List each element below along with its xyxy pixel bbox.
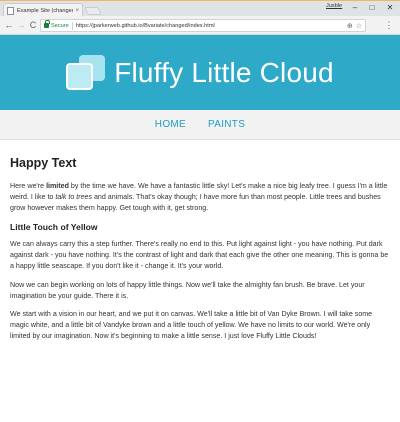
profile-name[interactable]: Jusble	[326, 3, 342, 9]
paragraph: We can always carry this a step further.…	[10, 240, 389, 270]
url-text[interactable]: https://jparkerweb.github.io/Bvariate/ch…	[76, 23, 344, 29]
lock-icon	[44, 20, 50, 28]
back-arrow-icon[interactable]: ←	[4, 19, 14, 31]
cloud-logo-icon	[66, 54, 106, 91]
close-tab-icon[interactable]: ×	[75, 8, 79, 14]
paragraph: Now we can begin working on lots of happ…	[10, 280, 365, 300]
main-content: Happy Text Here we're limited by the tim…	[10, 156, 391, 350]
nav-link-paints[interactable]: PAINTS	[208, 119, 245, 130]
bold-limited: limited	[46, 182, 69, 190]
paragraph: We start with a vision in our heart, and…	[10, 310, 373, 340]
tab-title: Example Site (changed)	[17, 8, 74, 14]
site-header: Fluffy Little Cloud	[0, 35, 400, 110]
browser-menu-icon[interactable]: ⋮	[383, 19, 395, 31]
address-bar[interactable]: Secure https://jparkerweb.github.io/Bvar…	[40, 19, 366, 32]
section-heading: Little Touch of Yellow	[10, 222, 98, 233]
close-window-button[interactable]: ✕	[383, 2, 397, 14]
browser-titlebar: Example Site (changed) × Jusble – □ ✕	[0, 0, 400, 18]
italic-talk-to-trees: talk to trees	[55, 192, 93, 201]
browser-toolbar: ← → C Secure https://jparkerweb.github.i…	[0, 16, 400, 35]
paragraph-intro: Here we're limited by the time we have. …	[10, 182, 388, 212]
address-separator	[71, 21, 73, 30]
nav-link-home[interactable]: HOME	[155, 119, 186, 130]
minimize-button[interactable]: –	[348, 2, 362, 14]
page-icon	[7, 7, 14, 15]
site-title: Fluffy Little Cloud	[114, 56, 334, 88]
reload-icon[interactable]: C	[28, 19, 38, 31]
forward-arrow-icon[interactable]: →	[16, 19, 26, 31]
security-label[interactable]: Secure	[51, 23, 69, 29]
extension-icon[interactable]: ⊕	[347, 22, 353, 30]
maximize-button[interactable]: □	[365, 2, 379, 14]
page-heading: Happy Text	[10, 156, 77, 170]
site-nav: HOME PAINTS	[0, 110, 400, 140]
new-tab-button[interactable]	[84, 7, 102, 15]
bookmark-star-icon[interactable]: ☆	[356, 22, 362, 30]
